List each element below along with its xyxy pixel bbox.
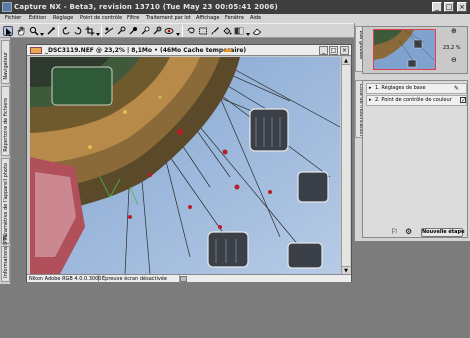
zoom-in-icon[interactable]: ⊖ [451,57,457,64]
black-point-icon[interactable] [128,26,138,36]
brush-icon[interactable] [210,26,220,36]
title-bar: Capture NX - Beta3, revision 13710 (Tue … [0,0,470,14]
image-maximize-button[interactable]: □ [329,46,338,55]
app-icon [2,2,12,12]
birdseye-thumbnail[interactable] [373,29,436,70]
menu-fenetre[interactable]: Fenêtre [225,14,244,23]
straighten-icon[interactable] [104,26,114,36]
image-window-title: _DSC3119.NEF @ 23,2% | 8,1Mo • (46Mo Cac… [45,47,247,54]
vertical-scrollbar[interactable]: ▲ ▼ [341,57,350,274]
window-title: Capture NX - Beta3, revision 13710 (Tue … [14,3,278,11]
rotate-left-icon[interactable] [61,26,71,36]
edit-step-2[interactable]: ▸ 2. Point de contrôle de couleur ✓ [366,95,467,106]
zoom-icon[interactable] [29,26,39,36]
edit-list-panel: ▸ 1. Réglages de base ✎ ▸ 2. Point de co… [362,80,468,238]
edit-step-label: Point de contrôle de couleur [381,97,452,103]
lasso-icon[interactable] [186,26,196,36]
image-close-button[interactable]: × [340,46,349,55]
flag-icon[interactable]: ⚐ [391,227,398,236]
marquee-icon[interactable] [198,26,208,36]
neutral-point-icon[interactable] [152,26,162,36]
expand-arrow-icon[interactable]: ▸ [369,96,372,105]
image-window-titlebar[interactable]: _DSC3119.NEF @ 23,2% | 8,1Mo • (46Mo Cac… [27,45,351,56]
menu-fichier[interactable]: Fichier [5,14,21,23]
menu-affichage[interactable]: Affichage [196,14,220,23]
progress-indicator-icon [224,49,232,52]
photo-canvas[interactable] [30,57,340,274]
color-profile-status: Nikon Adobe RGB 4.0.0.3000 [29,275,102,283]
soft-proof-status: Épreuve écran désactivée [100,275,180,283]
tab-repertoire-fichiers[interactable]: Répertoire de fichiers [1,86,10,156]
status-toggle-icon[interactable] [180,276,187,282]
gradient-icon[interactable] [234,26,244,36]
rotate-right-icon[interactable] [73,26,83,36]
menu-bar: Fichier Édition Réglage Point de contrôl… [0,14,470,23]
image-minimize-button[interactable]: _ [319,46,328,55]
menu-filtre[interactable]: Filtre [127,14,139,23]
image-window: _DSC3119.NEF @ 23,2% | 8,1Mo • (46Mo Cac… [26,44,352,283]
new-step-button[interactable]: Nouvelle étape [421,228,465,237]
menu-reglage[interactable]: Réglage [53,14,73,23]
eyedropper-icon[interactable] [46,26,56,36]
step-options-icon[interactable]: ✎ [454,84,459,93]
minimize-button[interactable]: _ [432,2,442,12]
step-enable-checkbox[interactable]: ✓ [460,97,466,104]
tab-parametres-appareil-photo[interactable]: Paramètres de l'appareil photo [1,158,10,244]
fill-icon[interactable] [222,26,232,36]
scroll-down-icon[interactable]: ▼ [342,266,350,274]
scroll-up-icon[interactable]: ▲ [342,57,350,65]
maximize-button[interactable]: □ [444,2,454,12]
menu-edition[interactable]: Édition [29,14,46,23]
hand-icon[interactable] [16,26,26,36]
zoom-out-icon[interactable]: ⊕ [451,28,457,35]
settings-icon[interactable]: ⚙ [405,227,412,236]
color-point-icon[interactable] [116,26,126,36]
tab-navigateur[interactable]: Navigateur [1,40,10,84]
image-file-icon [30,47,42,54]
menu-traitement-par-lot[interactable]: Traitement par lot [146,14,191,23]
image-status-bar: Nikon Adobe RGB 4.0.0.3000 Épreuve écran… [27,274,351,283]
crop-icon[interactable] [85,26,95,36]
left-panel-strip: Navigateur Répertoire de fichiers Paramè… [0,38,11,284]
menu-aide[interactable]: Aide [250,14,261,23]
white-point-icon[interactable] [140,26,150,36]
menu-point-de-controle[interactable]: Point de contrôle [80,14,122,23]
select-arrow-icon[interactable] [3,26,13,37]
tab-informations-iptc[interactable]: Informations IPTC [1,234,10,282]
edit-step-1[interactable]: ▸ 1. Réglages de base ✎ [366,83,467,94]
zoom-value: 23,2 % [443,45,461,51]
expand-arrow-icon[interactable]: ▸ [369,84,372,93]
close-button[interactable]: × [457,2,467,12]
eraser-icon[interactable] [252,26,262,36]
red-eye-icon[interactable] [164,26,174,36]
edit-step-label: Réglages de base [381,85,426,91]
